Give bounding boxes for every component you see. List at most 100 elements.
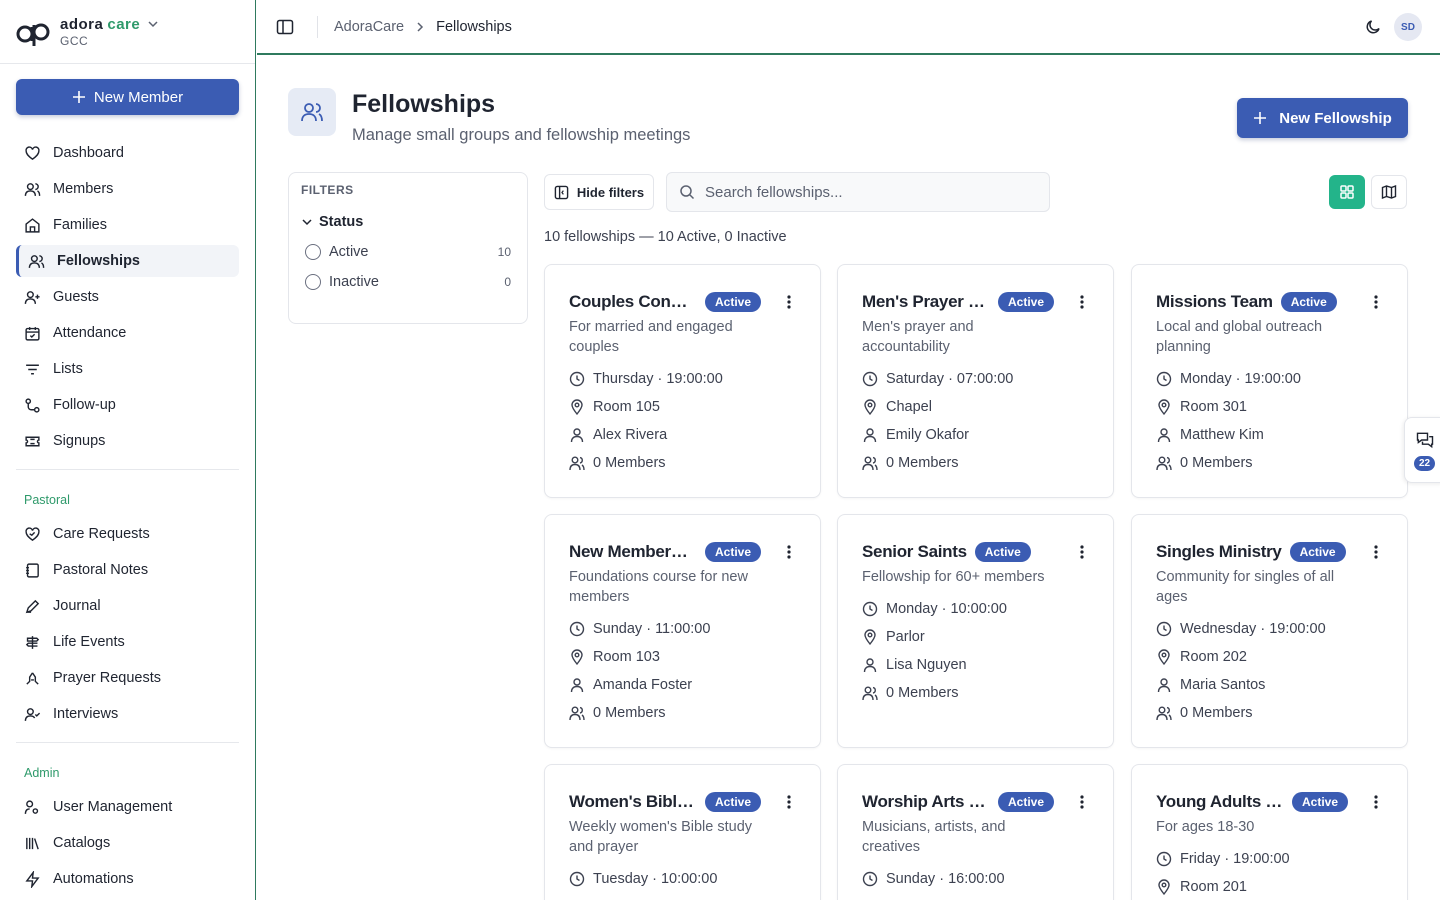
leader-text: Maria Santos [1180,677,1266,693]
filters-panel: FILTERS Status Active 10 Inactive 0 [288,172,528,324]
sidebar-item-care-requests[interactable]: Care Requests [16,518,239,550]
avatar[interactable]: SD [1394,13,1422,41]
sidebar-item-families[interactable]: Families [16,209,239,241]
sidebar-item-members[interactable]: Members [16,173,239,205]
sidebar-item-journal[interactable]: Journal [16,590,239,622]
sidebar-item-label: Attendance [53,325,127,341]
filter-option-inactive[interactable]: Inactive 0 [301,274,515,290]
map-pin-icon [571,399,583,415]
sidebar-item-attendance[interactable]: Attendance [16,317,239,349]
leader-text: Matthew Kim [1180,427,1264,443]
fellowship-card[interactable]: Senior Saints Active Fellowship for 60+ … [837,514,1114,748]
fellowship-card[interactable]: Worship Arts Collective Active Musicians… [837,764,1114,900]
clock-icon [1156,851,1172,867]
more-vertical-icon[interactable] [1073,543,1091,561]
more-vertical-icon[interactable] [780,543,798,561]
sidebar-toggle-icon[interactable] [273,15,297,39]
card-title[interactable]: Singles Ministry [1156,542,1282,562]
card-schedule: Saturday · 07:00:00 [862,365,1089,393]
sidebar-item-automations[interactable]: Automations [16,863,239,895]
new-fellowship-button[interactable]: New Fellowship [1237,98,1408,138]
card-description: Musicians, artists, and creatives [862,819,1006,855]
sidebar-item-catalogs[interactable]: Catalogs [16,827,239,859]
card-title[interactable]: Missions Team [1156,292,1273,312]
sidebar-item-guests[interactable]: Guests [16,281,239,313]
fellowship-card[interactable]: Couples Connect Active For married and e… [544,264,821,498]
more-vertical-icon[interactable] [1073,793,1091,811]
leader-text: Alex Rivera [593,427,668,443]
hands-icon [26,671,39,685]
moon-icon[interactable] [1364,18,1382,36]
more-vertical-icon[interactable] [1073,293,1091,311]
brand[interactable]: adora care GCC [0,0,255,64]
sidebar-item-label: Journal [53,598,101,614]
card-description: Weekly women's Bible study and prayer [569,819,753,855]
feedback-widget[interactable]: 22 [1404,417,1440,483]
schedule-text: Sunday · 16:00:00 [886,871,1005,887]
chevron-down-icon [302,219,312,226]
fellowship-card[interactable]: New Members Class Active Foundations cou… [544,514,821,748]
search-icon [680,185,695,200]
grid-view-button[interactable] [1329,175,1365,209]
schedule-text: Saturday · 07:00:00 [886,371,1014,387]
status-badge: Active [1292,792,1349,812]
sidebar-item-user-management[interactable]: User Management [16,791,239,823]
sidebar-item-label: Families [53,217,107,233]
fellowship-card[interactable]: Women's Bible Study Active Weekly women'… [544,764,821,900]
sidebar-item-follow-up[interactable]: Follow-up [16,389,239,421]
more-vertical-icon[interactable] [1367,793,1385,811]
sidebar-item-label: Catalogs [53,835,111,851]
calendar-check-icon [25,326,40,341]
sidebar-item-prayer-requests[interactable]: Prayer Requests [16,662,239,694]
sidebar-item-fellowships[interactable]: Fellowships [16,245,239,277]
topbar-divider [317,15,318,38]
status-filter-toggle[interactable]: Status [301,214,515,230]
sidebar-item-dashboard[interactable]: Dashboard [16,137,239,169]
fellowship-card[interactable]: Missions Team Active Local and global ou… [1131,264,1408,498]
sidebar-item-life-events[interactable]: Life Events [16,626,239,658]
fellowship-card[interactable]: Young Adults Fellowship Active For ages … [1131,764,1408,900]
sidebar-item-lists[interactable]: Lists [16,353,239,385]
schedule-text: Monday · 19:00:00 [1180,371,1301,387]
sidebar: adora care GCC New Member Dashboard Memb… [0,0,256,900]
org-name: GCC [60,33,89,48]
brand-name-accent: care [107,15,141,33]
more-vertical-icon[interactable] [1367,293,1385,311]
sidebar-item-label: Prayer Requests [53,670,161,686]
card-title[interactable]: Worship Arts Collective [862,792,990,812]
new-fellowship-label: New Fellowship [1279,109,1392,127]
new-member-button[interactable]: New Member [16,79,239,115]
card-title[interactable]: Women's Bible Study [569,792,697,812]
more-vertical-icon[interactable] [780,793,798,811]
sidebar-item-label: Signups [53,433,106,449]
card-title[interactable]: Men's Prayer Group [862,292,990,312]
fellowship-card[interactable]: Singles Ministry Active Community for si… [1131,514,1408,748]
card-title[interactable]: Young Adults Fellowship [1156,792,1284,812]
location-text: Room 103 [593,649,660,665]
search-input[interactable] [705,183,1025,201]
more-vertical-icon[interactable] [1367,543,1385,561]
clock-icon [862,871,878,887]
search-box[interactable] [666,172,1050,212]
fellowship-card[interactable]: Men's Prayer Group Active Men's prayer a… [837,264,1114,498]
members-text: 0 Members [593,455,666,471]
sidebar-item-signups[interactable]: Signups [16,425,239,457]
status-badge: Active [974,542,1031,562]
sidebar-item-interviews[interactable]: Interviews [16,698,239,730]
radio-inactive[interactable] [305,274,321,290]
zap-icon [25,870,40,888]
filter-option-active[interactable]: Active 10 [301,244,515,260]
sidebar-item-label: User Management [53,799,173,815]
hide-filters-button[interactable]: Hide filters [544,174,654,210]
map-pin-icon [1158,399,1170,415]
map-view-button[interactable] [1371,175,1407,209]
breadcrumb-root[interactable]: AdoraCare [334,19,404,35]
results-summary: 10 fellowships — 10 Active, 0 Inactive [544,229,787,245]
more-vertical-icon[interactable] [780,293,798,311]
card-title[interactable]: New Members Class [569,542,697,562]
sidebar-item-pastoral-notes[interactable]: Pastoral Notes [16,554,239,586]
card-title[interactable]: Senior Saints [862,542,967,562]
card-members: 0 Members [862,679,1089,707]
radio-active[interactable] [305,244,321,260]
card-title[interactable]: Couples Connect [569,292,697,312]
